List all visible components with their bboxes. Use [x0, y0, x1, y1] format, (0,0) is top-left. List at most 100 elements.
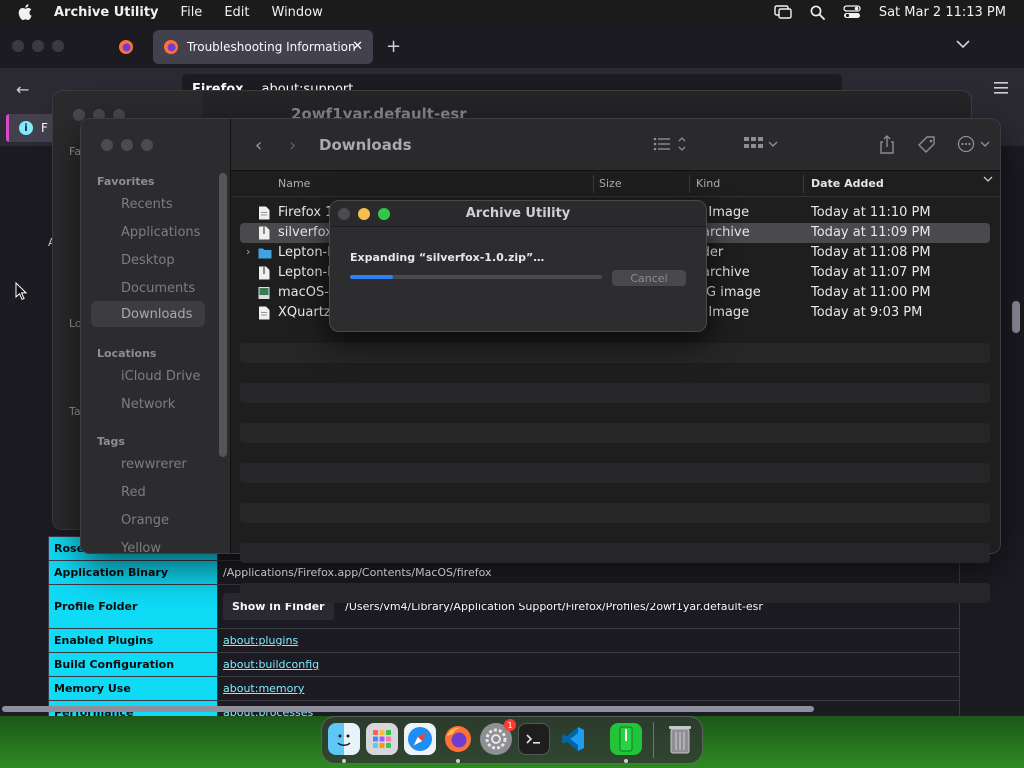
spotlight-search-icon[interactable]: [810, 5, 825, 20]
expanding-status-text: Expanding “silverfox-1.0.zip”…: [350, 251, 545, 264]
close-icon[interactable]: [101, 139, 113, 151]
dialog-title: Archive Utility: [465, 206, 571, 221]
sidebar-item-tag-rewwrerer[interactable]: rewwrerer: [91, 451, 205, 477]
launchpad-dock-icon[interactable]: [366, 723, 398, 755]
cancel-button[interactable]: Cancel: [612, 270, 686, 286]
more-actions-icon[interactable]: [957, 135, 993, 156]
control-center-icon[interactable]: [843, 5, 861, 19]
column-header-date-added[interactable]: Date Added: [811, 177, 884, 190]
table-row: Build Configuration about:buildconfig: [48, 652, 960, 677]
sidebar-item-recents[interactable]: Recents: [91, 191, 205, 217]
zip-archive-icon: [259, 226, 270, 240]
column-divider[interactable]: [593, 175, 594, 193]
dialog-titlebar: Archive Utility: [330, 201, 706, 227]
zoom-icon[interactable]: [52, 40, 64, 52]
column-divider[interactable]: [803, 175, 804, 193]
sidebar-item-tag-yellow[interactable]: Yellow: [91, 535, 205, 554]
forward-chevron-icon[interactable]: ›: [289, 135, 296, 156]
file-date-added: Today at 11:00 PM: [811, 285, 931, 300]
new-tab-button[interactable]: +: [386, 36, 401, 57]
about-buildconfig-link[interactable]: about:buildconfig: [223, 658, 319, 671]
hamburger-menu-icon[interactable]: [994, 82, 1008, 97]
list-all-tabs-chevron-icon[interactable]: [956, 38, 970, 52]
table-key: Profile Folder: [48, 584, 218, 629]
notification-text: F: [41, 121, 48, 135]
disclosure-chevron-right-icon[interactable]: ›: [246, 245, 250, 258]
close-icon[interactable]: [12, 40, 24, 52]
terminal-dock-icon[interactable]: [518, 723, 550, 755]
column-header-kind[interactable]: Kind: [696, 177, 720, 190]
sidebar-item-documents[interactable]: Documents: [91, 275, 205, 301]
app-menu-name[interactable]: Archive Utility: [54, 5, 159, 20]
minimize-icon[interactable]: [32, 40, 44, 52]
column-header-size[interactable]: Size: [599, 177, 622, 190]
finder-back-tags-fragment: Ta: [69, 405, 81, 418]
info-icon: i: [19, 121, 33, 135]
tag-icon[interactable]: [917, 135, 937, 158]
sidebar-item-desktop[interactable]: Desktop: [91, 247, 205, 273]
empty-row: [240, 383, 990, 403]
file-date-added: Today at 11:08 PM: [811, 245, 931, 260]
sidebar-item-downloads[interactable]: Downloads: [91, 301, 205, 327]
empty-row: [240, 443, 990, 463]
menu-file[interactable]: File: [181, 5, 203, 20]
vertical-scrollbar[interactable]: [1012, 301, 1020, 333]
finder-window-title: Downloads: [319, 136, 412, 154]
minimize-icon[interactable]: [121, 139, 133, 151]
firefox-pinned-tab[interactable]: [104, 32, 148, 62]
file-name: macOS-: [278, 285, 329, 300]
table-key: Enabled Plugins: [48, 628, 218, 653]
sidebar-item-tag-red[interactable]: Red: [91, 479, 205, 505]
close-tab-icon[interactable]: ✕: [352, 39, 363, 54]
empty-row: [240, 403, 990, 423]
table-value-cell: about:plugins: [217, 628, 960, 653]
running-indicator: [624, 759, 628, 763]
firefox-dock-icon[interactable]: [442, 723, 474, 755]
sidebar-item-icloud-drive[interactable]: iCloud Drive: [91, 363, 205, 389]
menu-bar: Archive Utility File Edit Window Sat Mar…: [0, 0, 1024, 24]
sidebar-item-tag-orange[interactable]: Orange: [91, 507, 205, 533]
group-view-icon[interactable]: [743, 135, 779, 156]
empty-row: [240, 583, 990, 603]
file-date-added: Today at 11:10 PM: [811, 205, 931, 220]
mouse-pointer-icon: [15, 281, 28, 303]
tab-troubleshooting[interactable]: Troubleshooting Information ✕: [153, 30, 373, 64]
finder-dock-icon[interactable]: [328, 723, 360, 755]
share-icon[interactable]: [879, 135, 895, 158]
sidebar-scrollbar[interactable]: [219, 173, 227, 457]
column-header-name[interactable]: Name: [278, 177, 310, 190]
system-settings-dock-icon[interactable]: 1: [480, 719, 516, 755]
sort-chevron-down-icon[interactable]: [983, 174, 993, 187]
back-chevron-icon[interactable]: ‹: [255, 135, 262, 156]
safari-dock-icon[interactable]: [404, 723, 436, 755]
finder-sidebar: Favorites Recents Applications Desktop D…: [81, 119, 231, 554]
sidebar-item-network[interactable]: Network: [91, 391, 205, 417]
back-arrow-icon[interactable]: ←: [16, 80, 29, 99]
menubar-clock[interactable]: Sat Mar 2 11:13 PM: [879, 5, 1006, 20]
column-divider[interactable]: [689, 175, 690, 193]
list-view-icon[interactable]: [653, 135, 687, 156]
table-row: Enabled Plugins about:plugins: [48, 628, 960, 653]
archive-utility-dock-icon[interactable]: [610, 723, 642, 755]
document-icon: [259, 206, 270, 220]
menu-window[interactable]: Window: [272, 5, 323, 20]
notification-badge: 1: [504, 719, 516, 731]
about-memory-link[interactable]: about:memory: [223, 682, 304, 695]
screen-mirroring-icon[interactable]: [774, 5, 792, 19]
finder-window-controls: [101, 139, 153, 151]
file-list-header: Name Size Kind Date Added: [231, 171, 1000, 197]
expansion-progress-bar: [350, 275, 602, 279]
sidebar-item-applications[interactable]: Applications: [91, 219, 205, 245]
empty-row: [240, 363, 990, 383]
vscode-dock-icon[interactable]: [556, 723, 588, 755]
apple-icon[interactable]: [18, 4, 36, 20]
menu-edit[interactable]: Edit: [224, 5, 249, 20]
table-value-cell: about:memory: [217, 676, 960, 701]
table-value-cell: about:buildconfig: [217, 652, 960, 677]
table-key: Memory Use: [48, 676, 218, 701]
empty-row: [240, 543, 990, 563]
trash-dock-icon[interactable]: [664, 723, 696, 755]
horizontal-scrollbar[interactable]: [2, 706, 814, 712]
about-plugins-link[interactable]: about:plugins: [223, 634, 298, 647]
zoom-icon[interactable]: [141, 139, 153, 151]
